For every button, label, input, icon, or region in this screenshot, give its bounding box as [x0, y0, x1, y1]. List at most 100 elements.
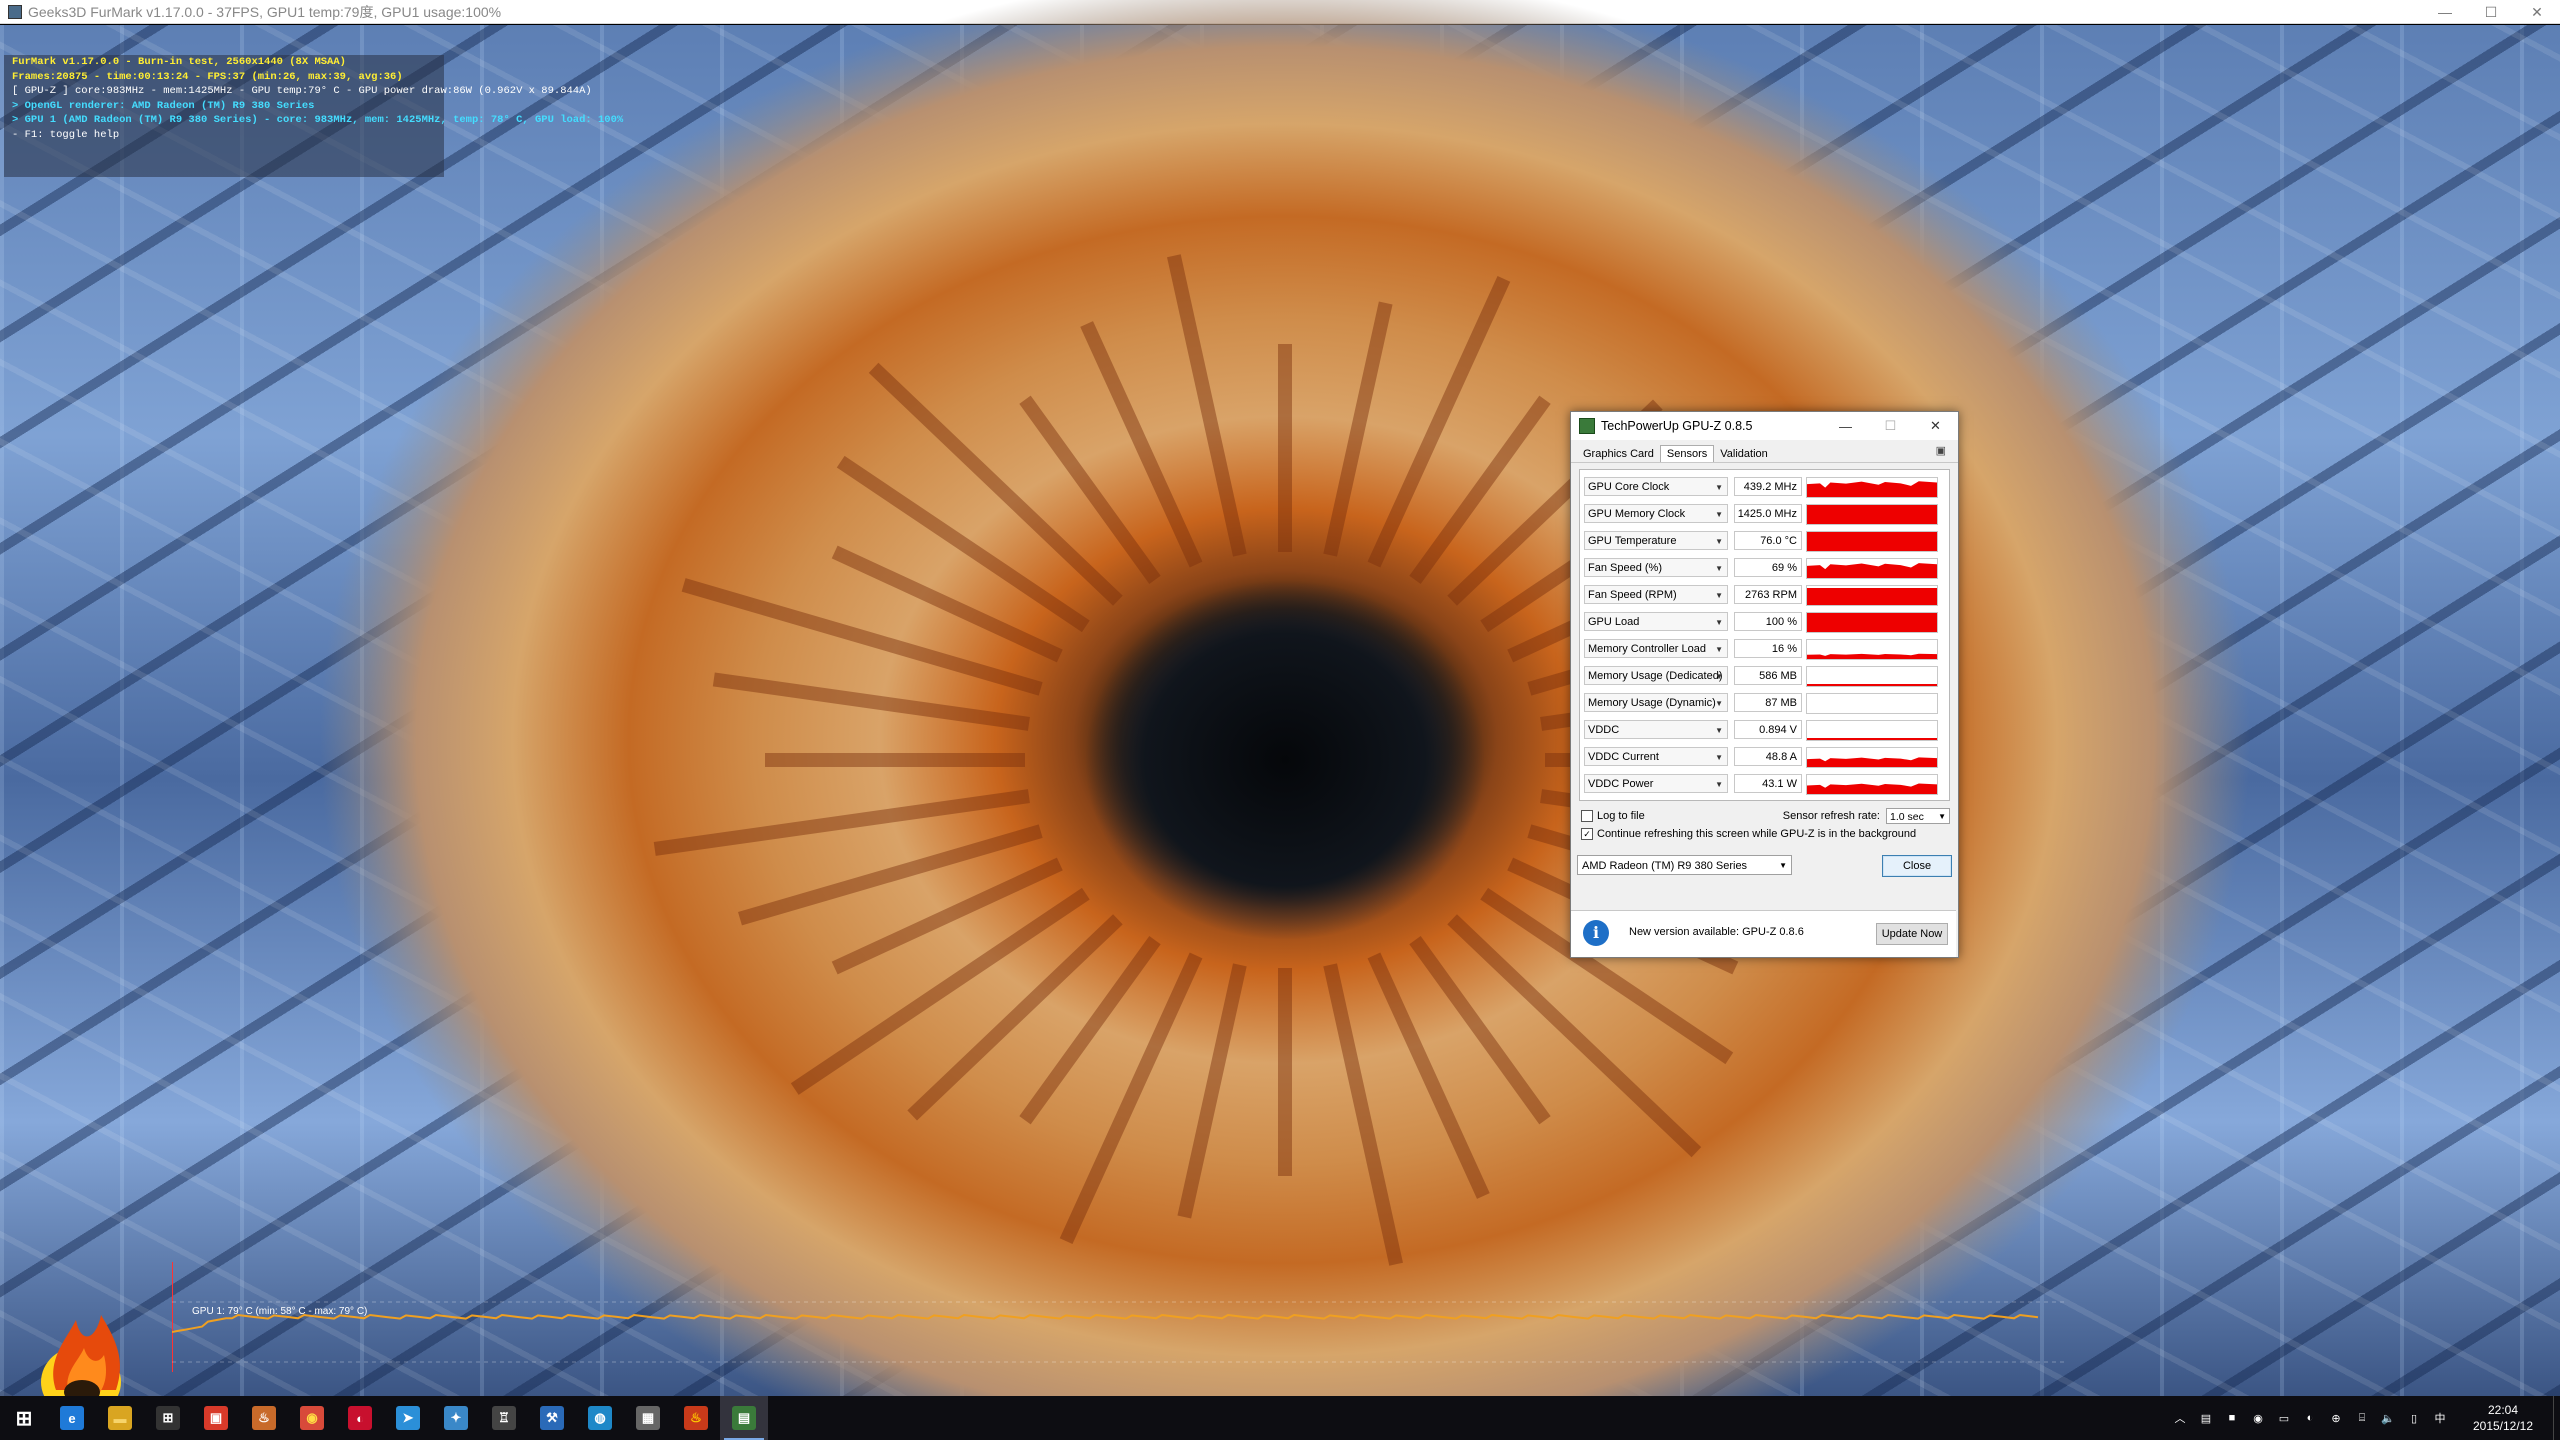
gpuz-tab-bar: Graphics Card Sensors Validation ▣ — [1571, 440, 1958, 463]
sensor-name-dropdown[interactable]: GPU Temperature ▼ — [1584, 531, 1728, 550]
temperature-graph-label: GPU 1: 79° C (min: 58° C - max: 79° C) — [192, 1306, 368, 1317]
update-text: New version available: GPU-Z 0.8.6 — [1629, 926, 1804, 938]
app-network-icon: ✦ — [444, 1406, 468, 1430]
camera-icon[interactable]: ▣ — [1936, 444, 1946, 457]
sensor-graph-fill — [1807, 505, 1937, 524]
app-tools-button[interactable]: ⚒ — [528, 1396, 576, 1440]
app-arrow-button[interactable]: ➤ — [384, 1396, 432, 1440]
edge-button[interactable]: e — [48, 1396, 96, 1440]
sensor-graph-fill — [1807, 532, 1937, 551]
gpu-select[interactable]: AMD Radeon (TM) R9 380 Series ▼ — [1577, 855, 1792, 875]
maximize-button[interactable]: ☐ — [2468, 0, 2514, 24]
clock[interactable]: 22:04 2015/12/12 — [2453, 1402, 2553, 1434]
gpuz-app-icon — [1579, 418, 1595, 434]
close-button[interactable]: ✕ — [2514, 0, 2560, 24]
gpuz-taskbar-button[interactable]: ▤ — [720, 1396, 768, 1440]
sensor-name-dropdown[interactable]: GPU Load ▼ — [1584, 612, 1728, 631]
app-globe-button[interactable]: ◍ — [576, 1396, 624, 1440]
tab-graphics-card[interactable]: Graphics Card — [1577, 446, 1660, 462]
sensor-value: 0.894 V — [1734, 720, 1802, 739]
furmark-taskbar-button[interactable]: ♨ — [672, 1396, 720, 1440]
sensor-name: GPU Load — [1588, 616, 1640, 628]
app-network-button[interactable]: ✦ — [432, 1396, 480, 1440]
sensor-graph — [1806, 747, 1938, 768]
log-checkbox-box[interactable] — [1581, 810, 1593, 822]
app-cup-icon: ♨ — [252, 1406, 276, 1430]
sensor-graph — [1806, 585, 1938, 606]
sensor-graph — [1806, 639, 1938, 660]
sensor-name: Fan Speed (RPM) — [1588, 589, 1677, 601]
continue-refresh-checkbox[interactable]: ✓ Continue refreshing this screen while … — [1579, 825, 1950, 843]
tray-app3-icon[interactable]: ◉ — [2248, 1408, 2268, 1428]
sensor-graph-fill — [1807, 587, 1937, 605]
update-now-button[interactable]: Update Now — [1876, 923, 1948, 945]
sensor-graph — [1806, 477, 1938, 498]
chevron-down-icon: ▼ — [1779, 861, 1787, 870]
start-icon: ⊞ — [15, 1407, 33, 1430]
system-tray: ︿ ▤ ■ ◉ ▭ ◐ ⊕ ⌸ 🔈 ▯ 中 22:04 2015/12/12 — [2167, 1396, 2560, 1440]
gpuz-close-dialog-button[interactable]: Close — [1882, 855, 1952, 877]
sensor-name: GPU Core Clock — [1588, 481, 1670, 493]
chrome-button[interactable]: ◉ — [288, 1396, 336, 1440]
sensor-row: Memory Controller Load ▼ 16 % — [1584, 638, 1949, 660]
gpuz-maximize-button: ☐ — [1884, 418, 1897, 433]
sensor-graph — [1806, 504, 1938, 525]
sensor-name-dropdown[interactable]: GPU Core Clock ▼ — [1584, 477, 1728, 496]
continue-checkbox-box[interactable]: ✓ — [1581, 828, 1593, 840]
show-desktop-button[interactable] — [2553, 1396, 2560, 1440]
tray-app1-icon[interactable]: ▤ — [2196, 1408, 2216, 1428]
gpuz-close-button[interactable]: ✕ — [1913, 412, 1958, 440]
sensor-graph-fill — [1807, 783, 1937, 794]
sensor-row: Memory Usage (Dynamic) ▼ 87 MB — [1584, 692, 1949, 714]
refresh-rate-select[interactable]: 1.0 sec ▼ — [1886, 808, 1950, 824]
app-circle-button[interactable]: ◐ — [336, 1396, 384, 1440]
tab-validation[interactable]: Validation — [1714, 446, 1774, 462]
app-image-button[interactable]: ▦ — [624, 1396, 672, 1440]
sensor-name-dropdown[interactable]: Fan Speed (%) ▼ — [1584, 558, 1728, 577]
sensor-name-dropdown[interactable]: GPU Memory Clock ▼ — [1584, 504, 1728, 523]
tray-app5-icon[interactable]: ◐ — [2300, 1408, 2320, 1428]
store-icon: ⊞ — [156, 1406, 180, 1430]
sensor-name-dropdown[interactable]: Memory Usage (Dynamic) ▼ — [1584, 693, 1728, 712]
minimize-button[interactable]: — — [2422, 0, 2468, 24]
volume-icon[interactable]: 🔈 — [2378, 1408, 2398, 1428]
chevron-down-icon: ▼ — [1715, 645, 1723, 654]
ime-icon[interactable]: 中 — [2430, 1408, 2450, 1428]
sensor-graph-fill — [1807, 653, 1937, 659]
app-tower-button[interactable]: ♖ — [480, 1396, 528, 1440]
gpuz-minimize-button[interactable]: — — [1823, 412, 1868, 440]
sensor-value: 16 % — [1734, 639, 1802, 658]
action-center-icon[interactable]: ▯ — [2404, 1408, 2424, 1428]
start-button[interactable]: ⊞ — [0, 1396, 48, 1440]
sensor-row: VDDC ▼ 0.894 V — [1584, 719, 1949, 741]
chevron-up-icon[interactable]: ︿ — [2170, 1408, 2190, 1428]
sensor-name-dropdown[interactable]: VDDC ▼ — [1584, 720, 1728, 739]
network-icon[interactable]: ⌸ — [2352, 1408, 2372, 1428]
chevron-down-icon: ▼ — [1715, 780, 1723, 789]
sensor-graph — [1806, 774, 1938, 795]
tray-app2-icon[interactable]: ■ — [2222, 1408, 2242, 1428]
tray-app4-icon[interactable]: ▭ — [2274, 1408, 2294, 1428]
chevron-down-icon: ▼ — [1715, 483, 1723, 492]
sensor-row: Memory Usage (Dedicated) ▼ 586 MB — [1584, 665, 1949, 687]
sensor-name: Memory Usage (Dynamic) — [1588, 697, 1716, 709]
sensor-name-dropdown[interactable]: VDDC Current ▼ — [1584, 747, 1728, 766]
sensor-value: 43.1 W — [1734, 774, 1802, 793]
app-red-button[interactable]: ▣ — [192, 1396, 240, 1440]
tray-app6-icon[interactable]: ⊕ — [2326, 1408, 2346, 1428]
furry-eye-render — [320, 0, 2250, 1396]
sensor-name-dropdown[interactable]: Memory Controller Load ▼ — [1584, 639, 1728, 658]
store-button[interactable]: ⊞ — [144, 1396, 192, 1440]
sensor-name-dropdown[interactable]: Memory Usage (Dedicated) ▼ — [1584, 666, 1728, 685]
sensor-name-dropdown[interactable]: Fan Speed (RPM) ▼ — [1584, 585, 1728, 604]
edge-icon: e — [60, 1406, 84, 1430]
tab-sensors[interactable]: Sensors — [1659, 445, 1715, 462]
app-cup-button[interactable]: ♨ — [240, 1396, 288, 1440]
sensor-name: VDDC Current — [1588, 751, 1659, 763]
app-tools-icon: ⚒ — [540, 1406, 564, 1430]
sensor-name-dropdown[interactable]: VDDC Power ▼ — [1584, 774, 1728, 793]
refresh-rate-label: Sensor refresh rate: — [1782, 810, 1880, 822]
file-explorer-button[interactable]: ▬ — [96, 1396, 144, 1440]
gpuz-title-bar[interactable]: TechPowerUp GPU-Z 0.8.5 — ☐ ✕ — [1571, 412, 1958, 440]
sensor-list: GPU Core Clock ▼ 439.2 MHz GPU Memory Clock… — [1579, 469, 1950, 801]
